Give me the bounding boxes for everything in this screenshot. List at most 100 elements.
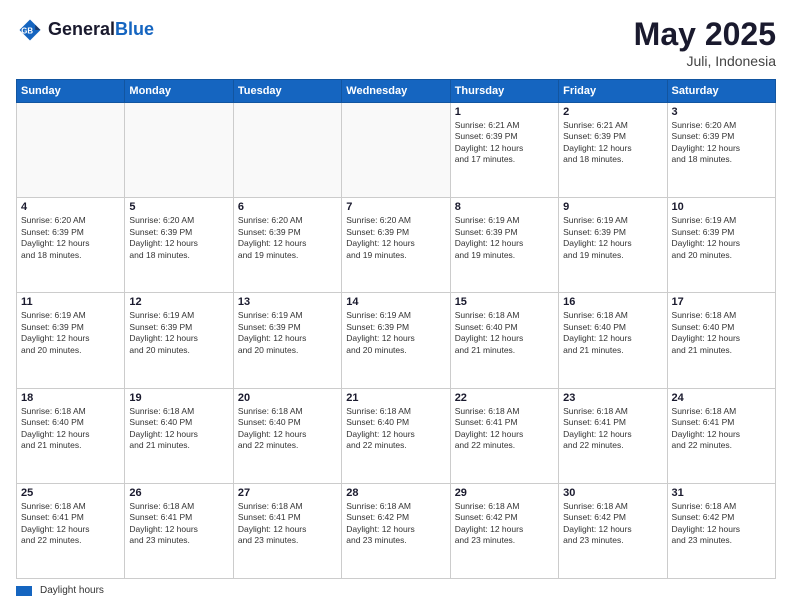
day-number: 13 bbox=[238, 296, 337, 308]
day-info: Sunrise: 6:18 AMSunset: 6:42 PMDaylight:… bbox=[455, 501, 554, 547]
calendar-cell: 7 Sunrise: 6:20 AMSunset: 6:39 PMDaylight… bbox=[342, 198, 450, 293]
calendar-cell: 20 Sunrise: 6:18 AMSunset: 6:40 PMDayligh… bbox=[233, 388, 341, 483]
calendar-cell: 14Sunrise: 6:19 AMSunset: 6:39 PMDayligh… bbox=[342, 293, 450, 388]
day-number: 22 bbox=[455, 392, 554, 404]
calendar-cell: 18 Sunrise: 6:18 AMSunset: 6:40 PMDayligh… bbox=[17, 388, 125, 483]
location-subtitle: Juli, Indonesia bbox=[634, 53, 776, 69]
weekday-header-friday: Friday bbox=[559, 80, 667, 103]
day-number: 7 bbox=[346, 201, 445, 213]
day-info: Sunrise: 6:18 AMSunset: 6:40 PMDaylight:… bbox=[21, 406, 120, 452]
calendar-cell: 19 Sunrise: 6:18 AMSunset: 6:40 PMDayligh… bbox=[125, 388, 233, 483]
day-number: 9 bbox=[563, 201, 662, 213]
weekday-header-sunday: Sunday bbox=[17, 80, 125, 103]
day-info: Sunrise: 6:18 AMSunset: 6:42 PMDaylight:… bbox=[672, 501, 771, 547]
calendar-cell bbox=[17, 103, 125, 198]
calendar-cell: 4 Sunrise: 6:20 AMSunset: 6:39 PMDaylight… bbox=[17, 198, 125, 293]
day-info: Sunrise: 6:20 AMSunset: 6:39 PMDaylight:… bbox=[346, 215, 445, 261]
day-info: Sunrise: 6:18 AMSunset: 6:42 PMDaylight:… bbox=[346, 501, 445, 547]
svg-text:GB: GB bbox=[21, 27, 33, 36]
day-number: 29 bbox=[455, 487, 554, 499]
day-number: 31 bbox=[672, 487, 771, 499]
day-info: Sunrise: 6:20 AMSunset: 6:39 PMDaylight:… bbox=[672, 120, 771, 166]
header: GB GeneralBlue May 2025 Juli, Indonesia bbox=[16, 16, 776, 69]
calendar-cell: 11 Sunrise: 6:19 AMSunset: 6:39 PMDayligh… bbox=[17, 293, 125, 388]
calendar-cell: 9 Sunrise: 6:19 AMSunset: 6:39 PMDaylight… bbox=[559, 198, 667, 293]
daylight-swatch bbox=[16, 586, 32, 596]
day-number: 17 bbox=[672, 296, 771, 308]
day-info: Sunrise: 6:20 AMSunset: 6:39 PMDaylight:… bbox=[129, 215, 228, 261]
day-number: 2 bbox=[563, 106, 662, 118]
day-info: Sunrise: 6:18 AMSunset: 6:40 PMDaylight:… bbox=[129, 406, 228, 452]
day-info: Sunrise: 6:18 AMSunset: 6:42 PMDaylight:… bbox=[563, 501, 662, 547]
day-number: 16 bbox=[563, 296, 662, 308]
day-number: 15 bbox=[455, 296, 554, 308]
calendar-cell: 16 Sunrise: 6:18 AMSunset: 6:40 PMDayligh… bbox=[559, 293, 667, 388]
calendar-cell: 21 Sunrise: 6:18 AMSunset: 6:40 PMDayligh… bbox=[342, 388, 450, 483]
calendar-cell: 10Sunrise: 6:19 AMSunset: 6:39 PMDayligh… bbox=[667, 198, 775, 293]
calendar-cell: 8 Sunrise: 6:19 AMSunset: 6:39 PMDaylight… bbox=[450, 198, 558, 293]
page: GB GeneralBlue May 2025 Juli, Indonesia … bbox=[0, 0, 792, 612]
weekday-header-wednesday: Wednesday bbox=[342, 80, 450, 103]
footer-label: Daylight hours bbox=[40, 585, 104, 596]
day-info: Sunrise: 6:19 AMSunset: 6:39 PMDaylight:… bbox=[21, 310, 120, 356]
day-info: Sunrise: 6:18 AMSunset: 6:41 PMDaylight:… bbox=[672, 406, 771, 452]
calendar-cell: 29 Sunrise: 6:18 AMSunset: 6:42 PMDayligh… bbox=[450, 483, 558, 578]
day-info: Sunrise: 6:20 AMSunset: 6:39 PMDaylight:… bbox=[238, 215, 337, 261]
weekday-header-thursday: Thursday bbox=[450, 80, 558, 103]
day-number: 19 bbox=[129, 392, 228, 404]
day-info: Sunrise: 6:18 AMSunset: 6:41 PMDaylight:… bbox=[455, 406, 554, 452]
day-number: 25 bbox=[21, 487, 120, 499]
day-number: 4 bbox=[21, 201, 120, 213]
calendar-cell: 17 Sunrise: 6:18 AMSunset: 6:40 PMDayligh… bbox=[667, 293, 775, 388]
day-info: Sunrise: 6:20 AMSunset: 6:39 PMDaylight:… bbox=[21, 215, 120, 261]
title-block: May 2025 Juli, Indonesia bbox=[634, 16, 776, 69]
calendar-cell: 25 Sunrise: 6:18 AMSunset: 6:41 PMDayligh… bbox=[17, 483, 125, 578]
calendar-cell: 15 Sunrise: 6:18 AMSunset: 6:40 PMDayligh… bbox=[450, 293, 558, 388]
day-number: 6 bbox=[238, 201, 337, 213]
calendar-cell: 27 Sunrise: 6:18 AMSunset: 6:41 PMDayligh… bbox=[233, 483, 341, 578]
day-info: Sunrise: 6:18 AMSunset: 6:40 PMDaylight:… bbox=[346, 406, 445, 452]
calendar-cell: 3 Sunrise: 6:20 AMSunset: 6:39 PMDaylight… bbox=[667, 103, 775, 198]
calendar-cell: 5 Sunrise: 6:20 AMSunset: 6:39 PMDaylight… bbox=[125, 198, 233, 293]
calendar-cell: 22 Sunrise: 6:18 AMSunset: 6:41 PMDayligh… bbox=[450, 388, 558, 483]
weekday-header-saturday: Saturday bbox=[667, 80, 775, 103]
day-number: 28 bbox=[346, 487, 445, 499]
calendar-cell: 13Sunrise: 6:19 AMSunset: 6:39 PMDayligh… bbox=[233, 293, 341, 388]
day-number: 30 bbox=[563, 487, 662, 499]
day-info: Sunrise: 6:21 AMSunset: 6:39 PMDaylight:… bbox=[455, 120, 554, 166]
calendar-cell: 23 Sunrise: 6:18 AMSunset: 6:41 PMDayligh… bbox=[559, 388, 667, 483]
month-title: May 2025 bbox=[634, 16, 776, 53]
calendar-cell bbox=[342, 103, 450, 198]
day-number: 5 bbox=[129, 201, 228, 213]
calendar-table: SundayMondayTuesdayWednesdayThursdayFrid… bbox=[16, 79, 776, 579]
day-number: 8 bbox=[455, 201, 554, 213]
day-info: Sunrise: 6:21 AMSunset: 6:39 PMDaylight:… bbox=[563, 120, 662, 166]
day-info: Sunrise: 6:19 AMSunset: 6:39 PMDaylight:… bbox=[563, 215, 662, 261]
day-number: 23 bbox=[563, 392, 662, 404]
day-number: 11 bbox=[21, 296, 120, 308]
calendar-cell: 1Sunrise: 6:21 AMSunset: 6:39 PMDaylight… bbox=[450, 103, 558, 198]
day-number: 20 bbox=[238, 392, 337, 404]
calendar-cell: 26Sunrise: 6:18 AMSunset: 6:41 PMDayligh… bbox=[125, 483, 233, 578]
day-number: 21 bbox=[346, 392, 445, 404]
week-row-3: 11 Sunrise: 6:19 AMSunset: 6:39 PMDayligh… bbox=[17, 293, 776, 388]
day-number: 27 bbox=[238, 487, 337, 499]
calendar-cell: 28 Sunrise: 6:18 AMSunset: 6:42 PMDayligh… bbox=[342, 483, 450, 578]
day-info: Sunrise: 6:18 AMSunset: 6:41 PMDaylight:… bbox=[563, 406, 662, 452]
day-info: Sunrise: 6:18 AMSunset: 6:40 PMDaylight:… bbox=[238, 406, 337, 452]
day-number: 18 bbox=[21, 392, 120, 404]
day-number: 26 bbox=[129, 487, 228, 499]
footer-bar: Daylight hours bbox=[16, 585, 776, 596]
day-info: Sunrise: 6:19 AMSunset: 6:39 PMDaylight:… bbox=[455, 215, 554, 261]
calendar-cell: 30 Sunrise: 6:18 AMSunset: 6:42 PMDayligh… bbox=[559, 483, 667, 578]
day-info: Sunrise: 6:18 AMSunset: 6:40 PMDaylight:… bbox=[563, 310, 662, 356]
weekday-header-tuesday: Tuesday bbox=[233, 80, 341, 103]
week-row-5: 25 Sunrise: 6:18 AMSunset: 6:41 PMDayligh… bbox=[17, 483, 776, 578]
day-info: Sunrise: 6:18 AMSunset: 6:41 PMDaylight:… bbox=[238, 501, 337, 547]
day-number: 12 bbox=[129, 296, 228, 308]
day-info: Sunrise: 6:18 AMSunset: 6:41 PMDaylight:… bbox=[21, 501, 120, 547]
day-info: Sunrise: 6:18 AMSunset: 6:40 PMDaylight:… bbox=[455, 310, 554, 356]
day-info: Sunrise: 6:18 AMSunset: 6:40 PMDaylight:… bbox=[672, 310, 771, 356]
day-number: 3 bbox=[672, 106, 771, 118]
calendar-cell bbox=[125, 103, 233, 198]
